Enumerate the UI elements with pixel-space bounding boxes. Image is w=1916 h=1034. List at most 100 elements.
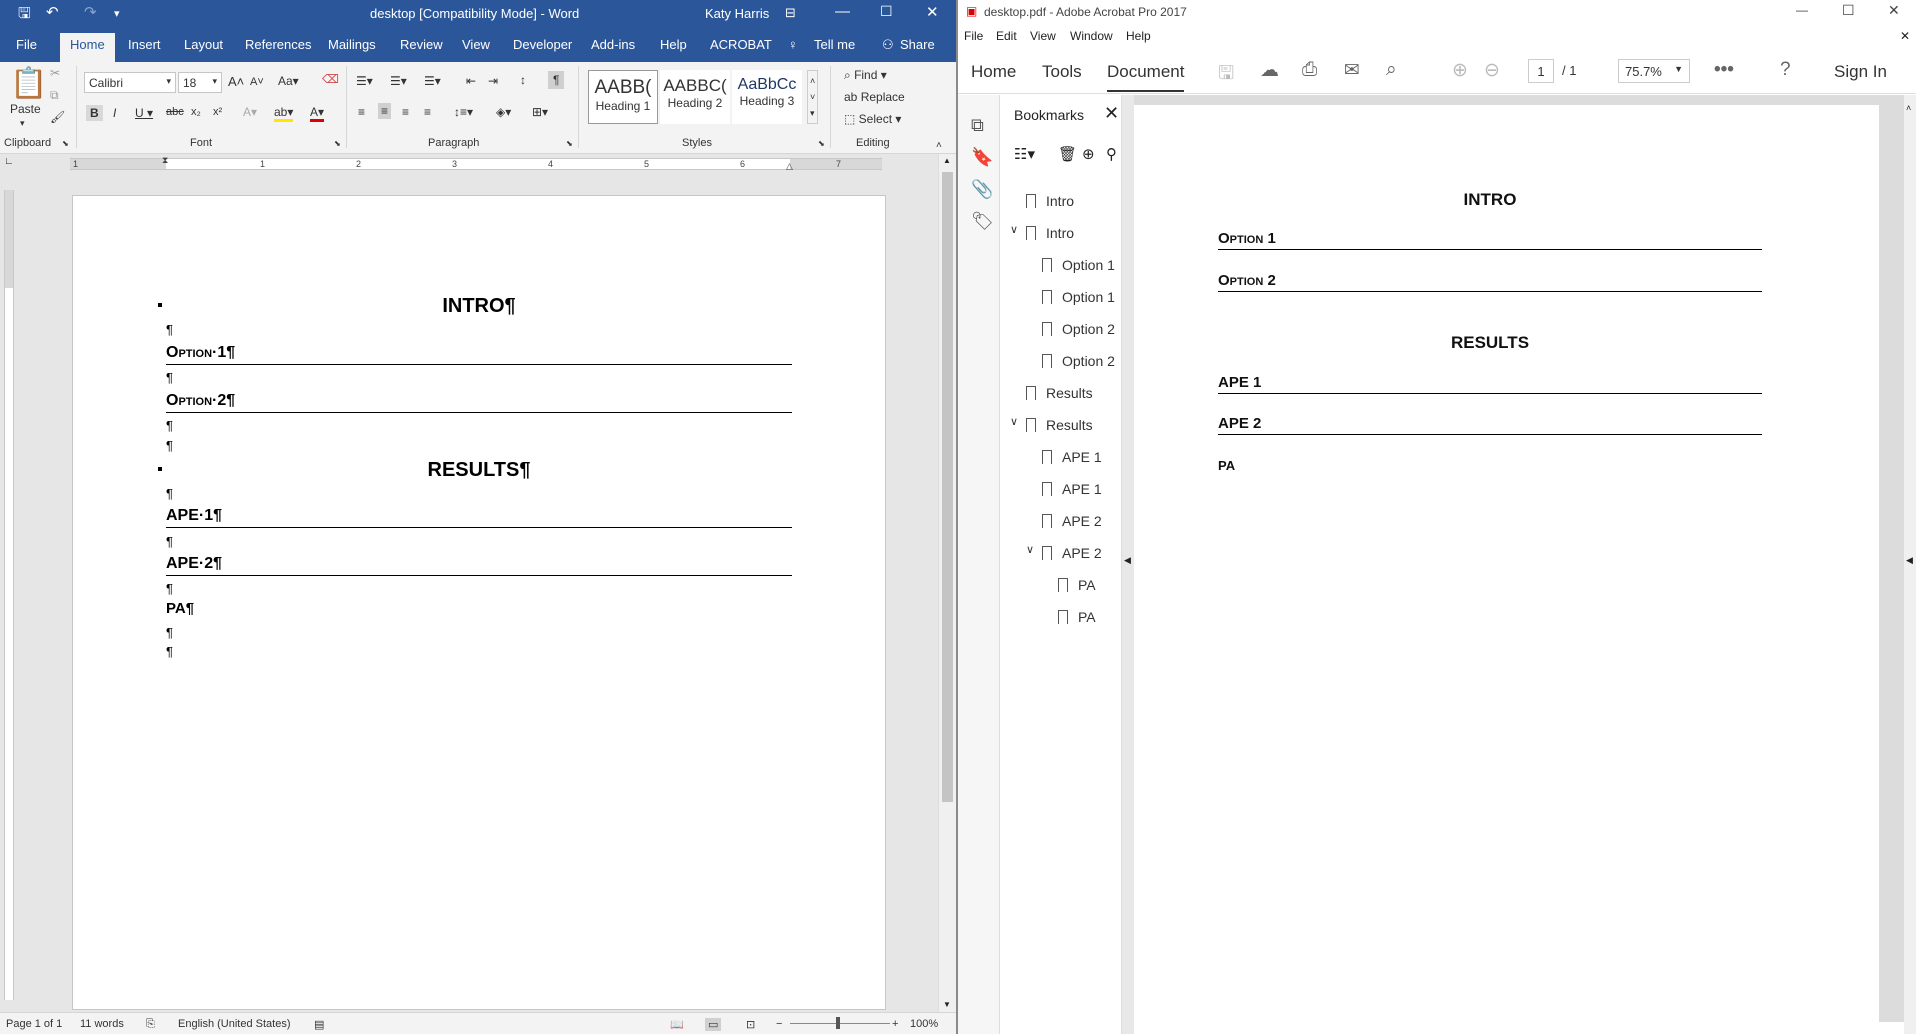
doc-option1[interactable]: Option·1¶: [166, 344, 792, 365]
minimize-icon[interactable]: —: [1796, 3, 1808, 17]
find-button[interactable]: ⌕ Find ▾: [844, 68, 887, 83]
language[interactable]: English (United States): [178, 1018, 291, 1030]
show-marks-icon[interactable]: ¶: [548, 71, 565, 89]
close-document-icon[interactable]: ✕: [1900, 29, 1910, 43]
zoom-out-icon[interactable]: −: [776, 1018, 782, 1030]
font-name-box[interactable]: Calibri ▾: [84, 72, 176, 93]
more-tools-icon[interactable]: •••: [1714, 59, 1734, 81]
collapse-ribbon-icon[interactable]: ˄: [936, 140, 942, 151]
tab-mailings[interactable]: Mailings: [328, 37, 376, 52]
doc-paragraph-mark[interactable]: ¶: [166, 438, 792, 453]
options-menu-icon[interactable]: ☷▾: [1014, 145, 1035, 163]
text-effects-icon[interactable]: A▾: [243, 105, 257, 119]
zoom-select[interactable]: 75.7% ▼: [1618, 59, 1690, 83]
select-button[interactable]: ⬚ Select ▾: [844, 112, 901, 126]
menu-view[interactable]: View: [1030, 29, 1056, 43]
align-left-icon[interactable]: ≡: [358, 105, 365, 119]
bookmark-item[interactable]: Option 1: [1042, 289, 1115, 305]
page-number-input[interactable]: 1: [1528, 59, 1554, 83]
bookmark-item[interactable]: Option 1: [1042, 257, 1115, 273]
close-icon[interactable]: ✕: [1888, 2, 1900, 19]
doc-paragraph-mark[interactable]: ¶: [166, 581, 792, 596]
shading-icon[interactable]: ◈▾: [496, 105, 511, 119]
tab-developer[interactable]: Developer: [513, 37, 572, 52]
paste-dropdown-icon[interactable]: ▾: [20, 118, 25, 129]
bookmark-item[interactable]: Intro: [1026, 225, 1074, 241]
cut-icon[interactable]: ✂: [50, 66, 60, 80]
tab-references[interactable]: References: [245, 37, 311, 52]
web-layout-icon[interactable]: ⊡: [746, 1018, 755, 1031]
tab-layout[interactable]: Layout: [184, 37, 223, 52]
share-button[interactable]: Share: [900, 37, 935, 52]
page-thumbnails-icon[interactable]: ⧉: [971, 115, 984, 136]
vertical-ruler[interactable]: [4, 190, 14, 1000]
doc-paragraph-mark[interactable]: ¶: [166, 486, 792, 501]
paste-button[interactable]: Paste: [10, 102, 41, 116]
close-panel-icon[interactable]: ✕: [1104, 103, 1119, 124]
proofing-icon[interactable]: ⎘: [146, 1018, 155, 1031]
word-count[interactable]: 11 words: [80, 1018, 124, 1030]
tab-help[interactable]: Help: [660, 37, 687, 52]
subscript-button[interactable]: x₂: [191, 106, 201, 118]
upload-icon[interactable]: ☁: [1260, 59, 1279, 82]
zoom-slider-thumb[interactable]: [836, 1017, 840, 1029]
attachments-icon[interactable]: 📎: [971, 179, 993, 200]
next-page-icon[interactable]: ⊖: [1484, 59, 1500, 82]
doc-option2[interactable]: Option·2¶: [166, 392, 792, 413]
align-center-icon[interactable]: ≡: [378, 103, 392, 119]
menu-edit[interactable]: Edit: [996, 29, 1017, 43]
bookmark-item[interactable]: Option 2: [1042, 353, 1115, 369]
clipboard-launcher-icon[interactable]: ⬊: [62, 139, 69, 148]
help-icon[interactable]: ?: [1780, 59, 1791, 81]
justify-icon[interactable]: ≡: [424, 105, 431, 119]
horizontal-ruler[interactable]: 1 1 2 3 4 5 6 7 ⧗ △: [70, 155, 882, 172]
paragraph-launcher-icon[interactable]: ⬊: [566, 139, 573, 148]
menu-help[interactable]: Help: [1126, 29, 1151, 43]
bookmark-item[interactable]: PA: [1058, 609, 1096, 625]
bookmark-item[interactable]: Results: [1026, 417, 1093, 433]
doc-paragraph-mark[interactable]: ¶: [166, 370, 792, 385]
print-icon[interactable]: ⎙: [1302, 59, 1317, 81]
bookmark-item[interactable]: Results: [1026, 385, 1093, 401]
tell-me-search[interactable]: Tell me: [814, 37, 855, 52]
print-layout-icon[interactable]: ▭: [705, 1018, 722, 1031]
style-heading-2[interactable]: AABBC(Heading 2: [660, 70, 730, 124]
scroll-thumb[interactable]: [942, 172, 953, 802]
replace-button[interactable]: ab Replace: [844, 90, 905, 104]
email-icon[interactable]: ✉: [1344, 59, 1360, 82]
chevron-down-icon[interactable]: ∨: [1010, 415, 1018, 428]
zoom-slider[interactable]: [790, 1023, 890, 1024]
right-indent-marker-icon[interactable]: △: [786, 161, 793, 172]
style-heading-1[interactable]: AABB(Heading 1: [588, 70, 658, 124]
borders-icon[interactable]: ⊞▾: [532, 105, 548, 119]
sign-in-button[interactable]: Sign In: [1834, 62, 1887, 82]
bookmark-icon[interactable]: 🔖: [971, 147, 993, 168]
page-count[interactable]: Page 1 of 1: [6, 1018, 62, 1030]
tab-add-ins[interactable]: Add-ins: [591, 37, 635, 52]
scroll-up-icon[interactable]: ˄: [1906, 103, 1911, 113]
nav-tools[interactable]: Tools: [1042, 62, 1082, 82]
increase-indent-icon[interactable]: ⇥: [488, 74, 498, 88]
doc-paragraph-mark[interactable]: ¶: [166, 625, 792, 640]
doc-paragraph-mark[interactable]: ¶: [166, 534, 792, 549]
grow-font-icon[interactable]: A˄: [228, 74, 244, 89]
doc-ape1[interactable]: APE·1¶: [166, 507, 792, 528]
save-icon[interactable]: 🖫: [1218, 59, 1234, 91]
sort-icon[interactable]: ↕: [520, 73, 526, 87]
zoom-in-icon[interactable]: +: [892, 1018, 898, 1030]
bookmark-item[interactable]: APE 2: [1042, 545, 1102, 561]
copy-icon[interactable]: ⧉: [50, 88, 59, 103]
strikethrough-button[interactable]: abc: [166, 106, 184, 118]
tab-review[interactable]: Review: [400, 37, 443, 52]
nav-document[interactable]: Document: [1107, 62, 1185, 92]
doc-intro-heading[interactable]: INTRO¶: [166, 295, 792, 318]
align-right-icon[interactable]: ≡: [402, 105, 409, 119]
font-size-box[interactable]: 18 ▾: [178, 72, 222, 93]
word-vertical-scrollbar[interactable]: ▲ ▼: [938, 154, 956, 1014]
decrease-indent-icon[interactable]: ⇤: [466, 74, 476, 88]
bold-button[interactable]: B: [86, 105, 103, 121]
chevron-down-icon[interactable]: ∨: [1026, 543, 1034, 556]
highlight-icon[interactable]: ab▾: [274, 105, 294, 122]
bookmark-item[interactable]: Option 2: [1042, 321, 1115, 337]
panel-collapse-bar[interactable]: ◀: [1122, 95, 1134, 1034]
